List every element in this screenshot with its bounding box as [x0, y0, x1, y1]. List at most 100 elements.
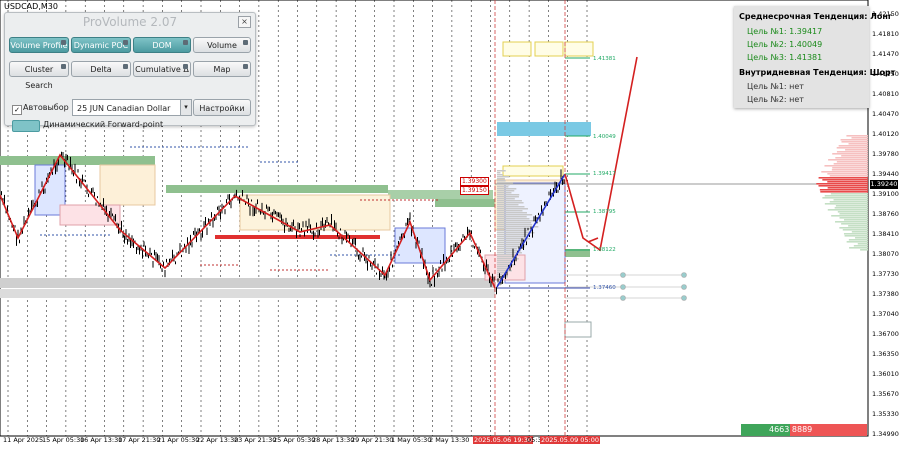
dom-label: DOM: [152, 41, 172, 50]
target-zone: [502, 41, 532, 57]
profile-bar: [831, 169, 868, 171]
profile-bar: [818, 185, 868, 187]
contract-value: 25 JUN Canadian Dollar: [77, 104, 171, 113]
profile-bar: [832, 153, 868, 155]
settings-corner-icon[interactable]: [123, 64, 128, 69]
profile-bar: [497, 242, 521, 244]
time-tick-label: 21 Apr 05:30: [157, 436, 200, 444]
profile-bar: [497, 202, 524, 204]
settings-corner-icon[interactable]: [243, 40, 248, 45]
time-tick-label: 1 May 05:30: [391, 436, 432, 444]
profile-bar: [857, 243, 868, 245]
profile-bar: [497, 268, 507, 270]
profile-bar: [824, 203, 868, 205]
close-icon[interactable]: ×: [238, 16, 251, 28]
profile-bar: [497, 192, 512, 194]
profile-bar: [832, 167, 868, 169]
profile-bar: [846, 241, 868, 243]
cluster-search-button[interactable]: Cluster Search: [9, 61, 69, 90]
price-tick-label: 1.41150: [872, 70, 899, 78]
price-tick-label: 1.37380: [872, 290, 899, 298]
profile-bar: [497, 230, 529, 232]
cumulative-delta-button[interactable]: Cumulative Δ: [133, 61, 191, 77]
profile-bar: [819, 189, 868, 191]
time-tick-label: 16 Apr 13:30: [80, 436, 123, 444]
profile-bar: [841, 141, 868, 143]
profile-bar: [497, 248, 518, 250]
profile-bar: [497, 196, 519, 198]
profile-bar: [497, 184, 510, 186]
level-label: 1.40049: [593, 134, 616, 140]
volume-zone: [0, 156, 155, 165]
settings-button[interactable]: Настройки: [193, 99, 251, 116]
profile-bar: [827, 181, 868, 183]
settings-corner-icon[interactable]: [123, 40, 128, 45]
time-tick-label: 28 Apr 13:30: [312, 436, 355, 444]
volume-label: Volume: [207, 41, 237, 50]
delta-label: Delta: [90, 65, 112, 74]
profile-bar: [497, 180, 506, 182]
long-trend-heading: Среднесрочная Тенденция: Лонг: [739, 12, 893, 21]
settings-corner-icon[interactable]: [243, 64, 248, 69]
profile-bar: [835, 221, 868, 223]
settings-corner-icon[interactable]: [183, 64, 188, 69]
level-label: 1.38795: [593, 209, 616, 215]
auto-select-checkbox[interactable]: ✓: [12, 105, 22, 115]
profile-bar: [497, 218, 530, 220]
price-tick-label: 1.35330: [872, 410, 899, 418]
profile-bar: [822, 197, 868, 199]
chevron-down-icon[interactable]: ▾: [180, 100, 191, 115]
profile-bar: [820, 191, 868, 193]
settings-corner-icon[interactable]: [61, 64, 66, 69]
price-tick-label: 1.41810: [872, 30, 899, 38]
target-zone: [564, 41, 594, 57]
price-tick-label: 1.41470: [872, 50, 899, 58]
price-tick-label: 1.37040: [872, 310, 899, 318]
profile-bar: [841, 155, 868, 157]
profile-bar: [497, 216, 527, 218]
profile-bar: [839, 213, 868, 215]
dynamic-poc-button[interactable]: Dynamic POC: [71, 37, 131, 53]
balance-box: [99, 164, 156, 206]
profile-bar: [851, 231, 868, 233]
dom-button[interactable]: DOM: [133, 37, 191, 53]
profile-bar: [821, 171, 868, 173]
profile-bar: [846, 135, 868, 137]
forward-point-toggle[interactable]: [12, 120, 40, 132]
volume-profile-button[interactable]: Volume Profile: [9, 37, 69, 53]
panel-title: ProVolume 2.07: [82, 15, 178, 29]
profile-bar: [829, 175, 868, 177]
profile-bar: [827, 187, 868, 189]
profile-bar: [836, 147, 868, 149]
profile-bar: [497, 220, 536, 222]
profile-bar: [844, 235, 868, 237]
provolume-panel[interactable]: ProVolume 2.07 × Volume Profile Dynamic …: [4, 12, 256, 132]
price-tick-label: 1.40810: [872, 90, 899, 98]
profile-bar: [848, 239, 868, 241]
profile-bar: [497, 206, 525, 208]
volume-button[interactable]: Volume: [193, 37, 251, 53]
delta-button[interactable]: Delta: [71, 61, 131, 77]
long-target-1: Цель №1: 1.39417: [747, 27, 823, 36]
profile-bar: [497, 260, 512, 262]
long-target-2: Цель №2: 1.40049: [747, 40, 823, 49]
time-tick-label: 2 May 13:30: [429, 436, 470, 444]
dynamic-poc-label: Dynamic POC: [73, 41, 129, 50]
profile-bar: [497, 190, 515, 192]
profile-bar: [497, 200, 522, 202]
profile-bar: [497, 262, 512, 264]
settings-corner-icon[interactable]: [61, 40, 66, 45]
map-label: Map: [213, 65, 231, 74]
profile-bar: [497, 222, 532, 224]
map-button[interactable]: Map: [193, 61, 251, 77]
time-tick-label: 22 Apr 13:30: [196, 436, 239, 444]
contract-select[interactable]: 25 JUN Canadian Dollar ▾: [72, 99, 192, 116]
profile-bar: [836, 151, 868, 153]
profile-bar: [829, 201, 868, 203]
profile-bar: [497, 170, 506, 172]
settings-corner-icon[interactable]: [183, 40, 188, 45]
time-tick-label: 29 Apr 21:30: [351, 436, 394, 444]
volume-summary-text: 4663 8889: [769, 425, 813, 434]
profile-bar: [845, 149, 868, 151]
profile-bar: [497, 204, 519, 206]
